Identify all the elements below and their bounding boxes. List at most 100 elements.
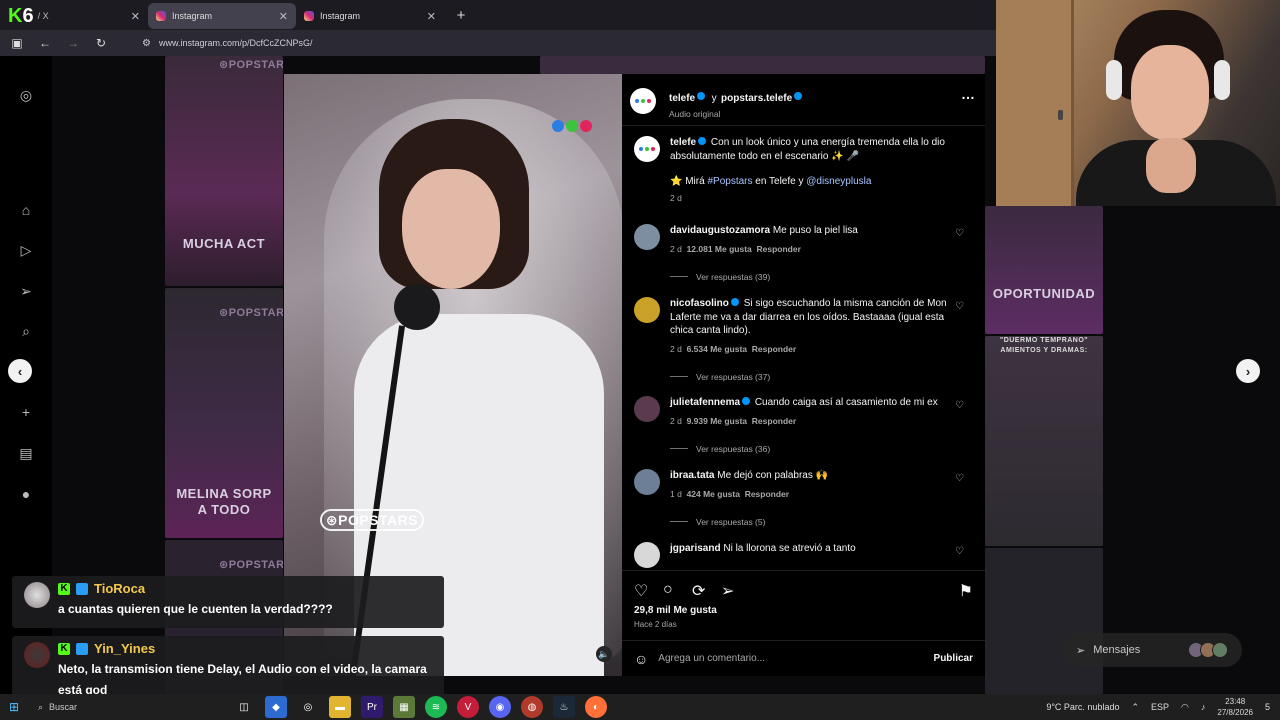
next-post-button[interactable]: › — [1236, 359, 1260, 383]
bg-tile[interactable] — [985, 548, 1103, 694]
close-icon[interactable]: ✕ — [427, 10, 436, 23]
comment-likes[interactable]: 12.081 Me gusta — [687, 244, 752, 254]
folder-icon[interactable]: ▬ — [329, 696, 351, 718]
firefox-icon[interactable]: ◐ — [585, 696, 607, 718]
prev-post-button[interactable]: ‹ — [8, 359, 32, 383]
reels-icon[interactable]: ▷ — [17, 241, 35, 259]
sidebar-toggle-icon[interactable]: ▣ — [10, 36, 24, 50]
app-icon[interactable]: ▦ — [393, 696, 415, 718]
reply-button[interactable]: Responder — [745, 489, 789, 499]
back-button[interactable]: ← — [38, 36, 52, 50]
bg-tile[interactable] — [540, 56, 985, 74]
dashboard-icon[interactable]: ▤ — [17, 444, 35, 462]
app-icon[interactable]: ◆ — [265, 696, 287, 718]
view-replies-button[interactable]: Ver respuestas (39) — [670, 272, 952, 282]
volume-icon[interactable]: 🔈 — [596, 646, 612, 662]
like-comment-icon[interactable]: ♡ — [955, 473, 964, 484]
like-comment-icon[interactable]: ♡ — [955, 546, 964, 557]
like-comment-icon[interactable]: ♡ — [955, 301, 964, 312]
save-icon[interactable]: ⚑ — [959, 581, 973, 601]
chat-username[interactable]: Yin_Yines — [94, 641, 155, 656]
author-popstars[interactable]: popstars.telefe — [721, 93, 792, 104]
comment-avatar[interactable] — [634, 297, 660, 323]
telefe-avatar[interactable] — [634, 136, 660, 162]
chat-username[interactable]: TioRoca — [94, 581, 145, 596]
instagram-logo-icon[interactable]: ◎ — [17, 86, 35, 104]
spotify-icon[interactable]: ≋ — [425, 696, 447, 718]
view-replies-button[interactable]: Ver respuestas (36) — [670, 444, 952, 454]
app-icon[interactable]: ◎ — [297, 696, 319, 718]
wifi-icon[interactable]: ◠ — [1181, 702, 1189, 713]
bg-tile[interactable]: OPORTUNIDAD — [985, 206, 1103, 334]
comment-likes[interactable]: 424 Me gusta — [687, 489, 740, 499]
like-comment-icon[interactable]: ♡ — [955, 228, 964, 239]
reply-button[interactable]: Responder — [757, 244, 801, 254]
forward-button[interactable]: → — [66, 36, 80, 50]
reload-button[interactable]: ↻ — [94, 36, 108, 50]
view-replies-button[interactable]: Ver respuestas (5) — [670, 517, 952, 527]
comment-likes[interactable]: 9.939 Me gusta — [687, 416, 747, 426]
comment-user[interactable]: jgparisand — [670, 543, 721, 554]
comment-user[interactable]: davidaugustozamora — [670, 225, 770, 236]
comment-user[interactable]: nicofasolino — [670, 298, 729, 309]
task-view-icon[interactable]: ◫ — [233, 696, 255, 718]
caption-user[interactable]: telefe — [670, 137, 696, 148]
publish-button[interactable]: Publicar — [934, 653, 973, 664]
url-bar[interactable]: ⚙ www.instagram.com/p/DcfCcZCNPsG/ — [122, 33, 988, 53]
emoji-icon[interactable]: ☺ — [634, 651, 648, 667]
comment-avatar[interactable] — [634, 224, 660, 250]
comment-user[interactable]: ibraa.tata — [670, 470, 714, 481]
likes-count[interactable]: 29,8 mil Me gusta — [634, 605, 717, 616]
comment-user[interactable]: julietafennema — [670, 397, 740, 408]
chrome-icon[interactable]: ◍ — [521, 696, 543, 718]
audio-label[interactable]: Audio original — [669, 109, 804, 119]
like-icon[interactable]: ♡ — [634, 581, 648, 601]
language-indicator[interactable]: ESP — [1151, 702, 1169, 712]
comment-likes[interactable]: 6.534 Me gusta — [687, 344, 747, 354]
tab-kick[interactable]: K6 / X ✕ — [0, 3, 148, 29]
steam-icon[interactable]: ♨ — [553, 696, 575, 718]
search-icon[interactable]: ⌕ — [17, 322, 35, 340]
reply-button[interactable]: Responder — [752, 416, 796, 426]
tab-instagram-active[interactable]: Instagram ✕ — [148, 3, 296, 29]
clock[interactable]: 23:48 27/8/2026 — [1217, 696, 1253, 718]
windows-start-icon[interactable]: ⊞ — [0, 694, 28, 720]
profile-avatar[interactable]: ● — [17, 485, 35, 503]
weather-widget[interactable]: 9°C Parc. nublado — [1046, 702, 1119, 712]
comment-icon[interactable]: ○ — [663, 581, 673, 599]
site-info-icon[interactable]: ⚙ — [142, 38, 151, 49]
view-replies-button[interactable]: Ver respuestas (37) — [670, 372, 952, 382]
hashtag-popstars[interactable]: #Popstars — [707, 176, 752, 187]
share-icon[interactable]: ⟳ — [692, 581, 705, 601]
like-comment-icon[interactable]: ♡ — [955, 400, 964, 411]
close-icon[interactable]: ✕ — [279, 10, 288, 23]
author-telefe[interactable]: telefe — [669, 93, 695, 104]
messages-button[interactable]: ➢ Mensajes — [1062, 633, 1242, 667]
bg-tile[interactable]: "DUERMO TEMPRANO" AMIENTOS Y DRAMAS: — [985, 336, 1103, 546]
comment-input[interactable]: Agrega un comentario... — [658, 653, 923, 664]
comment-item: ibraa.tata Me dejó con palabras 🙌 1 d 42… — [634, 469, 974, 529]
home-icon[interactable]: ⌂ — [17, 201, 35, 219]
send-icon[interactable]: ➢ — [17, 282, 35, 300]
send-icon[interactable]: ➢ — [721, 581, 734, 601]
app-icon[interactable]: Pr — [361, 696, 383, 718]
reply-button[interactable]: Responder — [752, 344, 796, 354]
vivaldi-icon[interactable]: V — [457, 696, 479, 718]
comment-avatar[interactable] — [634, 396, 660, 422]
comment-avatar[interactable] — [634, 469, 660, 495]
close-icon[interactable]: ✕ — [131, 10, 140, 23]
comment-avatar[interactable] — [634, 542, 660, 568]
bg-tile[interactable]: ⊛POPSTARS MUCHA ACT — [165, 56, 283, 286]
tab-instagram[interactable]: Instagram ✕ — [296, 3, 444, 29]
create-icon[interactable]: + — [17, 403, 35, 421]
taskbar-search[interactable]: ⌕ Buscar — [28, 696, 228, 718]
more-options-icon[interactable]: … — [961, 86, 975, 102]
bg-tile[interactable]: ⊛POPSTARS MELINA SORP A TODO — [165, 288, 283, 538]
mention-disneyplusla[interactable]: @disneyplusla — [806, 176, 871, 187]
telefe-avatar[interactable] — [630, 88, 656, 114]
volume-icon[interactable]: ♪ — [1201, 702, 1206, 712]
notification-count[interactable]: 5 — [1265, 702, 1270, 712]
discord-icon[interactable]: ◉ — [489, 696, 511, 718]
new-tab-button[interactable]: + — [450, 4, 472, 26]
tray-chevron-icon[interactable]: ⌃ — [1131, 702, 1139, 713]
